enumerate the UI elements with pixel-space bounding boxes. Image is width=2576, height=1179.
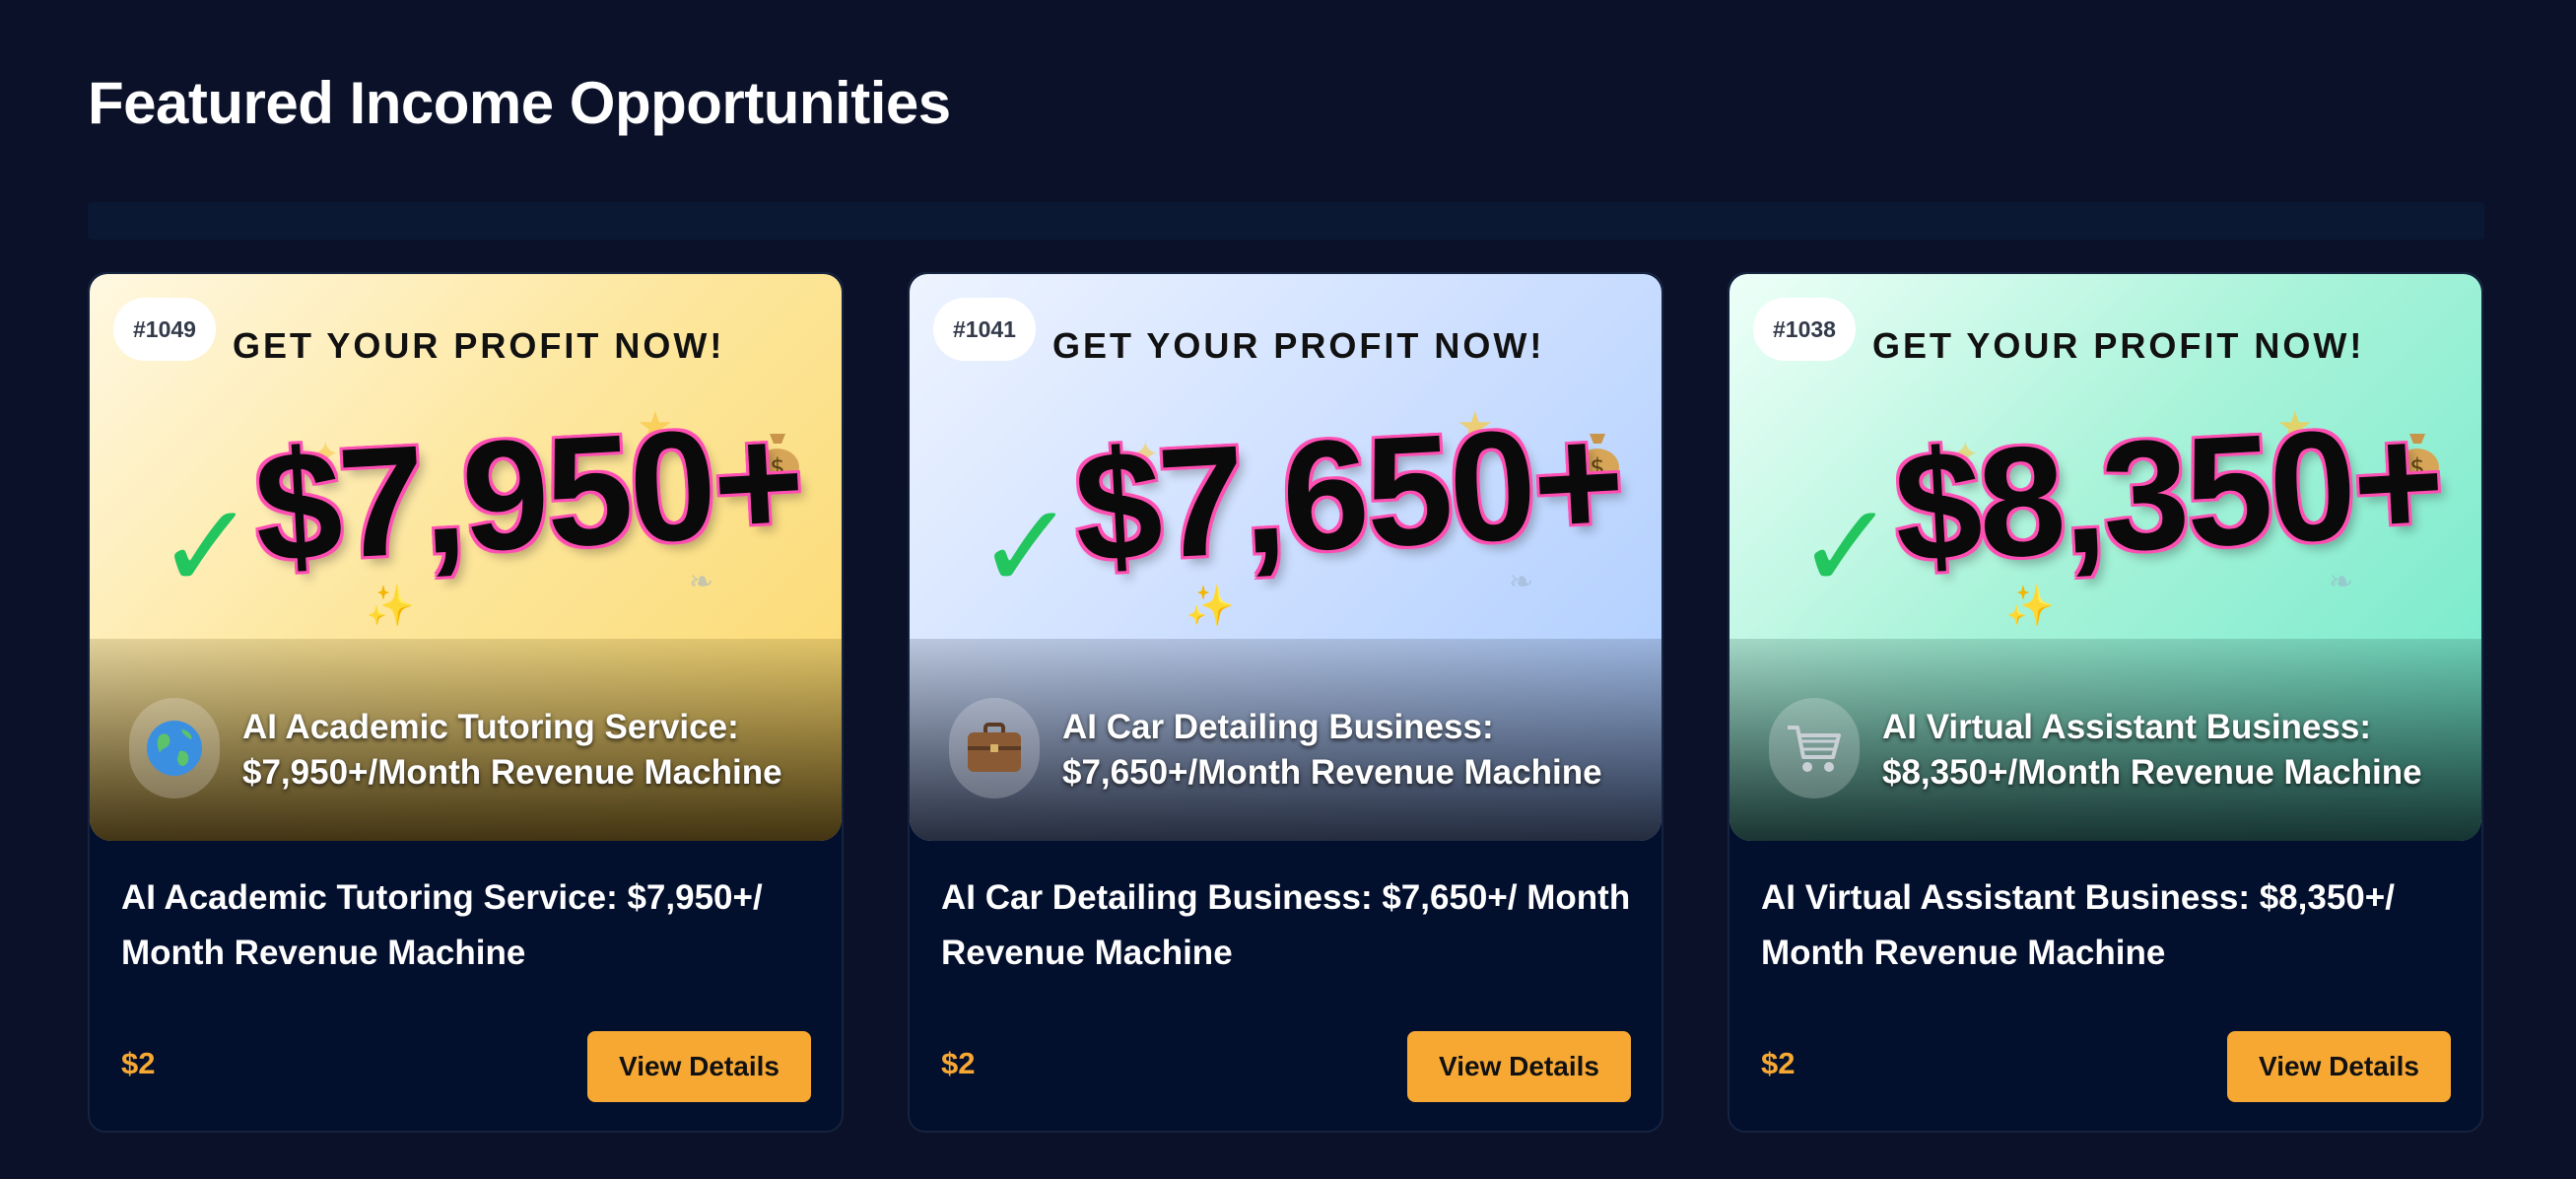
section-divider-strip bbox=[88, 202, 2484, 240]
card-hero: #1041 GET YOUR PROFIT NOW! ★ ✦ $ ✓ $7,65… bbox=[910, 274, 1661, 841]
card-title[interactable]: AI Car Detailing Business: $7,650+/ Mont… bbox=[941, 870, 1641, 981]
card-title[interactable]: AI Academic Tutoring Service: $7,950+/ M… bbox=[121, 870, 821, 981]
hero-title-line-2: $7,650+/Month Revenue Machine bbox=[1062, 753, 1602, 792]
check-icon: ✓ bbox=[977, 479, 1076, 616]
section-title: Featured Income Opportunities bbox=[88, 70, 951, 136]
price-label: $2 bbox=[941, 1046, 976, 1080]
sparkles-icon: ✨ bbox=[2005, 584, 2055, 629]
view-details-button[interactable]: View Details bbox=[1407, 1031, 1631, 1102]
globe-icon bbox=[129, 698, 220, 798]
price-label: $2 bbox=[1761, 1046, 1796, 1080]
shopping-cart-icon bbox=[1769, 698, 1860, 798]
opportunity-card-1041[interactable]: #1041 GET YOUR PROFIT NOW! ★ ✦ $ ✓ $7,65… bbox=[908, 272, 1663, 1133]
hero-title: AI Car Detailing Business: $7,650+/Month… bbox=[1062, 705, 1654, 796]
hero-title-line-1: AI Virtual Assistant Business: bbox=[1882, 708, 2371, 746]
hero-title-line-1: AI Academic Tutoring Service: bbox=[242, 708, 739, 746]
hero-amount: $7,650+ bbox=[1070, 393, 1626, 595]
id-badge: #1038 bbox=[1753, 298, 1856, 361]
view-details-button[interactable]: View Details bbox=[2227, 1031, 2451, 1102]
briefcase-icon bbox=[949, 698, 1040, 798]
flying-money-icon: ❧ bbox=[689, 565, 714, 599]
hero-title-line-2: $7,950+/Month Revenue Machine bbox=[242, 753, 782, 792]
check-icon: ✓ bbox=[1796, 479, 1896, 616]
hero-title: AI Academic Tutoring Service: $7,950+/Mo… bbox=[242, 705, 834, 796]
card-hero: #1038 GET YOUR PROFIT NOW! ★ ✦ $ ✓ $8,35… bbox=[1729, 274, 2481, 841]
view-details-button[interactable]: View Details bbox=[587, 1031, 811, 1102]
check-icon: ✓ bbox=[157, 479, 256, 616]
price-label: $2 bbox=[121, 1046, 156, 1080]
hero-title: AI Virtual Assistant Business: $8,350+/M… bbox=[1882, 705, 2474, 796]
hero-headline: GET YOUR PROFIT NOW! bbox=[1052, 325, 1545, 366]
id-badge: #1049 bbox=[113, 298, 216, 361]
hero-amount: $8,350+ bbox=[1890, 393, 2446, 595]
hero-headline: GET YOUR PROFIT NOW! bbox=[233, 325, 725, 366]
hero-title-line-2: $8,350+/Month Revenue Machine bbox=[1882, 753, 2422, 792]
hero-amount: $7,950+ bbox=[250, 393, 806, 595]
card-hero: #1049 GET YOUR PROFIT NOW! ★ ✦ $ ✓ $7,95… bbox=[90, 274, 842, 841]
flying-money-icon: ❧ bbox=[2329, 565, 2354, 599]
hero-headline: GET YOUR PROFIT NOW! bbox=[1872, 325, 2365, 366]
opportunity-card-1038[interactable]: #1038 GET YOUR PROFIT NOW! ★ ✦ $ ✓ $8,35… bbox=[1728, 272, 2483, 1133]
opportunity-card-1049[interactable]: #1049 GET YOUR PROFIT NOW! ★ ✦ $ ✓ $7,95… bbox=[88, 272, 844, 1133]
flying-money-icon: ❧ bbox=[1509, 565, 1534, 599]
card-title[interactable]: AI Virtual Assistant Business: $8,350+/ … bbox=[1761, 870, 2461, 981]
hero-title-line-1: AI Car Detailing Business: bbox=[1062, 708, 1494, 746]
sparkles-icon: ✨ bbox=[366, 584, 415, 629]
sparkles-icon: ✨ bbox=[1186, 584, 1235, 629]
featured-opportunities-page: Featured Income Opportunities #1049 GET … bbox=[0, 0, 2576, 1179]
id-badge: #1041 bbox=[933, 298, 1036, 361]
